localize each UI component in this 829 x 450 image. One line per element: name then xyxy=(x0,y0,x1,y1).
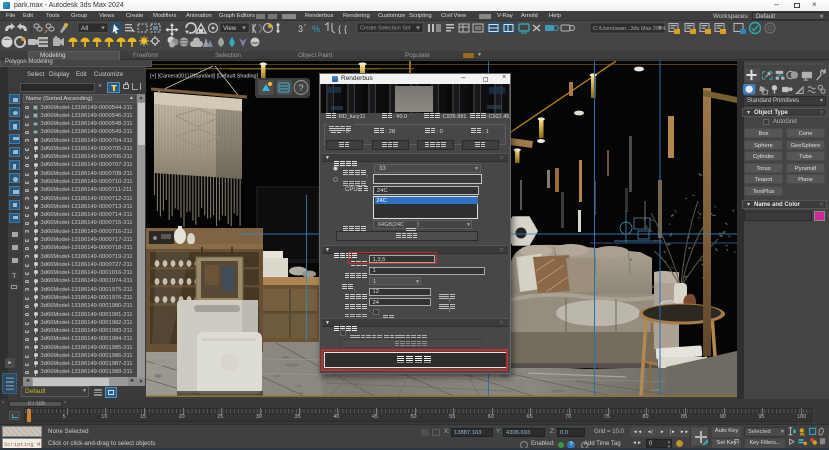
svg-text:View: View xyxy=(223,25,237,32)
svg-text:{: { xyxy=(344,24,347,34)
svg-text:C:\Users\wan...3ds Max 2024: C:\Users\wan...3ds Max 2024 xyxy=(593,26,665,32)
svg-text:%: % xyxy=(312,24,320,34)
svg-text:[+] [Camera001] [Standard] [De: [+] [Camera001] [Standard] [Default Shad… xyxy=(150,74,259,80)
svg-text:?: ? xyxy=(299,83,304,93)
svg-text:Create Selection Set: Create Selection Set xyxy=(360,26,411,32)
svg-text:3: 3 xyxy=(298,24,303,34)
svg-text:All: All xyxy=(81,25,89,32)
svg-text:{: { xyxy=(338,24,341,34)
svg-text:°: ° xyxy=(304,24,306,30)
